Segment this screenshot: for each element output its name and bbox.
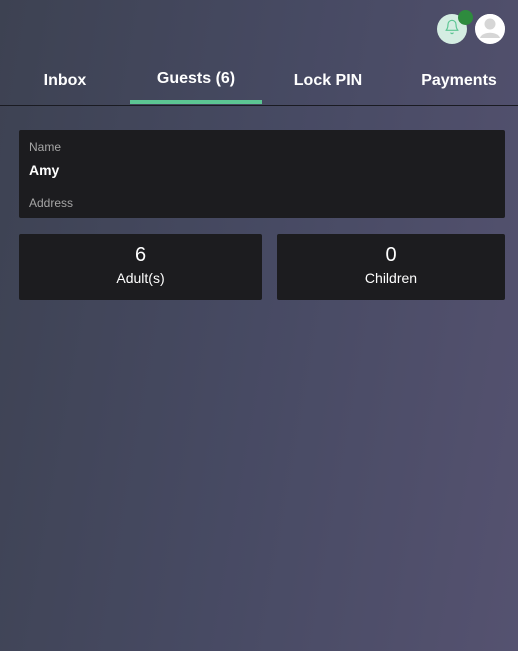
tab-inbox-label: Inbox <box>43 72 87 89</box>
tab-lock-pin-label: Lock PIN <box>293 72 363 89</box>
children-count-label: Children <box>364 270 418 286</box>
tab-bar: Inbox Guests (6) Lock PIN Payments <box>0 62 518 106</box>
guest-details-card: Name Amy Address <box>19 130 505 218</box>
profile-avatar[interactable] <box>475 14 505 44</box>
tab-guests[interactable]: Guests (6) <box>130 62 262 104</box>
bell-icon <box>444 19 460 40</box>
adults-count-value: 6 <box>134 244 147 266</box>
address-label: Address <box>29 196 74 210</box>
header-actions <box>437 10 505 44</box>
adults-count-label: Adult(s) <box>116 270 165 286</box>
tab-payments[interactable]: Payments <box>394 62 518 103</box>
name-label: Name <box>29 140 62 154</box>
tab-inbox[interactable]: Inbox <box>0 62 130 103</box>
children-count-card: 0 Children <box>277 234 505 300</box>
adults-count-card: 6 Adult(s) <box>19 234 262 300</box>
tab-lock-pin[interactable]: Lock PIN <box>262 62 394 103</box>
tab-payments-label: Payments <box>421 72 497 89</box>
notifications-button[interactable] <box>437 10 473 44</box>
guest-name-value: Amy <box>29 162 60 178</box>
children-count-value: 0 <box>385 244 397 266</box>
user-avatar-icon <box>475 14 505 44</box>
tab-guests-label: Guests (6) <box>156 70 236 87</box>
notification-badge <box>458 10 473 25</box>
